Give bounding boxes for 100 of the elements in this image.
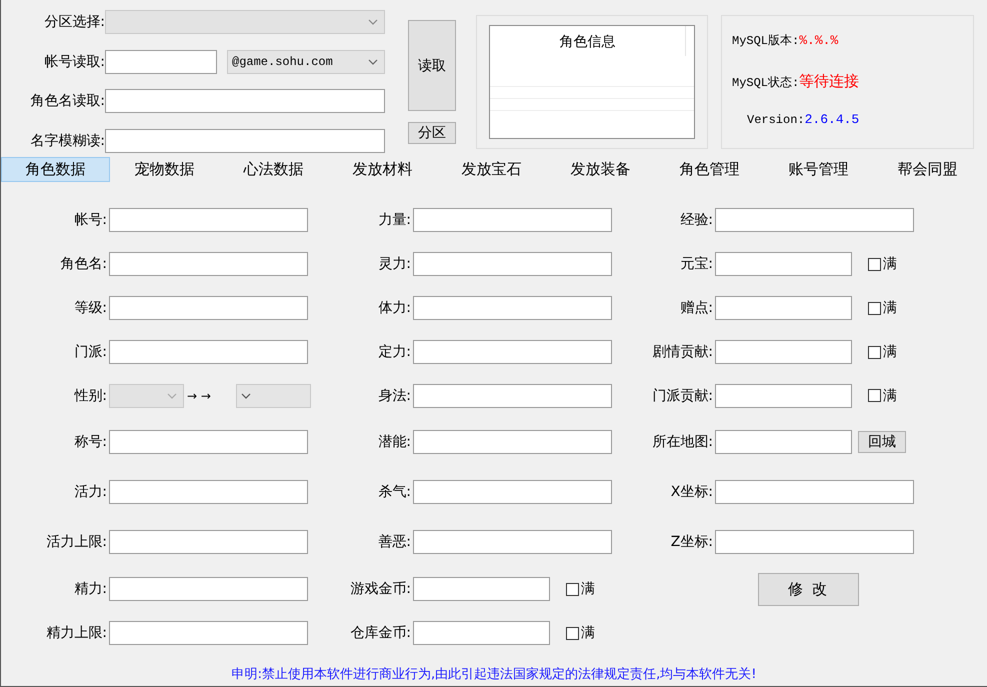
field-label: 所在地图: (651, 432, 713, 450)
input-field[interactable] (715, 252, 852, 276)
field-label: 等级: (73, 299, 107, 317)
field-label: 灵力: (377, 255, 411, 273)
input-field[interactable] (413, 296, 612, 320)
field-label: 精力: (73, 580, 107, 598)
input-field[interactable] (715, 340, 852, 364)
checkbox-label[interactable]: 满 (883, 299, 897, 317)
chevron-icon (241, 392, 251, 398)
input-field[interactable] (413, 252, 612, 276)
field-label: Z坐标: (670, 533, 713, 551)
input-field[interactable] (109, 296, 308, 320)
info-value: 2.6.4.5 (804, 112, 860, 127)
tab[interactable]: 发放装备 (546, 157, 655, 182)
input-field[interactable] (109, 430, 308, 454)
checkbox[interactable] (868, 258, 881, 270)
field-label: X坐标: (670, 482, 713, 500)
input-field[interactable] (109, 340, 308, 364)
tab[interactable]: 宠物数据 (110, 157, 219, 182)
tab[interactable]: 发放材料 (328, 157, 437, 182)
field-label: 性别: (73, 386, 107, 404)
field-label: 定力: (377, 343, 411, 361)
input-field[interactable] (105, 128, 385, 152)
input-field[interactable] (109, 621, 308, 645)
checkbox[interactable] (868, 389, 881, 402)
checkbox-label[interactable]: 满 (581, 580, 595, 598)
account-field[interactable] (105, 50, 217, 74)
field-label: 门派: (73, 343, 107, 361)
column-header: 角色信息 (490, 26, 686, 56)
field-label: 活力: (73, 482, 107, 500)
domain-dropdown[interactable]: @game.sohu.com (227, 50, 385, 74)
input-field[interactable] (109, 577, 308, 601)
tab[interactable]: 角色数据 (1, 157, 110, 182)
input-field[interactable] (109, 530, 308, 554)
input-field[interactable] (413, 530, 612, 554)
field-label: 身法: (377, 386, 411, 404)
checkbox[interactable] (566, 626, 579, 640)
checkbox-label[interactable]: 满 (581, 624, 595, 642)
tab[interactable]: 心法数据 (219, 157, 328, 182)
input-field[interactable] (715, 384, 852, 408)
read-button[interactable]: 读取 (408, 20, 456, 111)
input-field[interactable] (715, 530, 914, 554)
input-field[interactable] (413, 577, 550, 601)
arrow-text: → → (186, 388, 212, 402)
zone-button[interactable]: 分区 (408, 122, 456, 144)
field-label: 杀气: (377, 482, 411, 500)
field-label: 称号: (73, 432, 107, 450)
field-label: 精力上限: (45, 624, 107, 642)
tab[interactable]: 发放宝石 (437, 157, 546, 182)
field-label: 角色名: (59, 255, 107, 273)
input-field[interactable] (715, 208, 914, 232)
chevron-icon (167, 392, 177, 398)
tab[interactable]: 账号管理 (764, 157, 873, 182)
checkbox-label[interactable]: 满 (883, 255, 897, 273)
checkbox[interactable] (868, 302, 881, 314)
field-label: 仓库金币: (349, 624, 411, 642)
tab[interactable]: 角色管理 (655, 157, 764, 182)
chevron-icon (368, 58, 378, 64)
field-label: 元宝: (679, 255, 713, 273)
field-label: 门派贡献: (651, 386, 713, 404)
field-label: 赠点: (679, 299, 713, 317)
return-city-button[interactable]: 回城 (858, 430, 906, 452)
field-label: 体力: (377, 299, 411, 317)
input-field[interactable] (413, 621, 550, 645)
field-label: 分区选择: (43, 13, 105, 31)
field-label: 剧情贡献: (651, 343, 713, 361)
field-label: 潜能: (377, 432, 411, 450)
info-label: MySQL状态: (732, 75, 800, 91)
field-label: 角色名读取: (29, 92, 105, 110)
field-label: 名字模糊读: (29, 132, 105, 150)
input-field[interactable] (413, 340, 612, 364)
field-label: 经验: (679, 211, 713, 229)
input-field[interactable] (109, 480, 308, 504)
field-label: 帐号读取: (43, 52, 105, 70)
input-field[interactable] (413, 480, 612, 504)
input-field[interactable] (109, 208, 308, 232)
field-label: 活力上限: (45, 533, 107, 551)
disclaimer-text: 申明:禁止使用本软件进行商业行为,由此引起违法国家规定的法律规定责任,均与本软件无关! (230, 666, 758, 683)
input-field[interactable] (715, 480, 914, 504)
info-label: Version: (747, 113, 805, 127)
input-field[interactable] (413, 384, 612, 408)
input-field[interactable] (109, 252, 308, 276)
checkbox-label[interactable]: 满 (883, 386, 897, 404)
input-field[interactable] (413, 208, 612, 232)
modify-button[interactable]: 修 改 (758, 572, 859, 606)
input-field[interactable] (105, 89, 385, 113)
info-value: 等待连接 (799, 72, 860, 91)
gender-dropdown[interactable] (236, 384, 311, 408)
input-field[interactable] (715, 430, 852, 454)
input-field[interactable] (715, 296, 852, 320)
field-label: 力量: (377, 211, 411, 229)
checkbox-label[interactable]: 满 (883, 343, 897, 361)
input-field[interactable] (413, 430, 612, 454)
info-value: %.%.% (799, 33, 838, 48)
checkbox[interactable] (566, 582, 579, 596)
checkbox[interactable] (868, 346, 881, 358)
field-label: 善恶: (377, 533, 411, 551)
tab[interactable]: 帮会同盟 (873, 157, 982, 182)
info-label: MySQL版本: (732, 33, 800, 49)
field-label: 帐号: (73, 211, 107, 229)
